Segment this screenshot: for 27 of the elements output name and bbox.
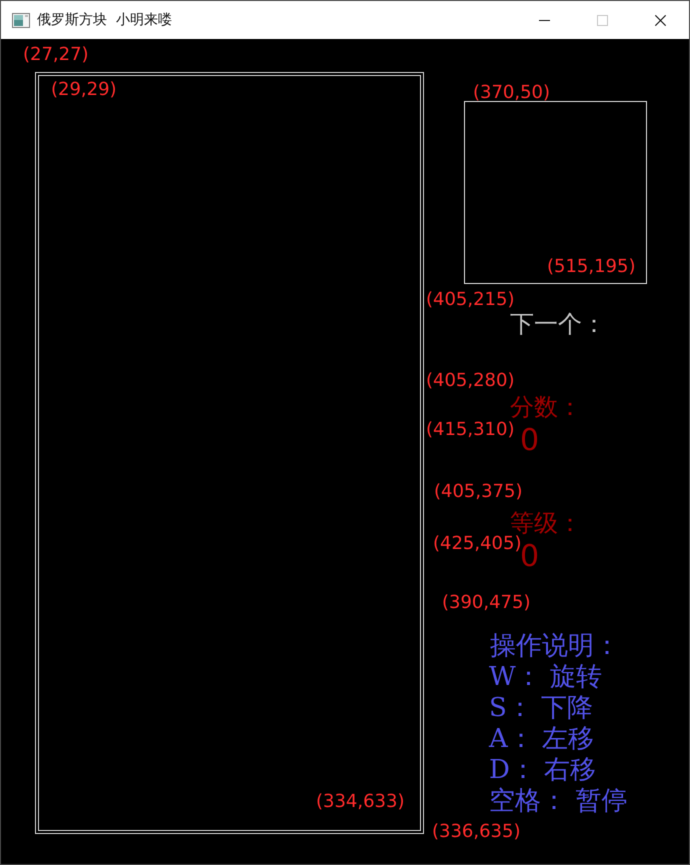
score-value: 0 bbox=[520, 426, 540, 456]
coordinate-label: (27,27) bbox=[23, 45, 89, 65]
window-title: 俄罗斯方块 小明来喽 bbox=[37, 11, 172, 29]
coordinate-label: (415,310) bbox=[426, 420, 514, 440]
coordinate-label: (334,633) bbox=[316, 792, 404, 812]
close-icon bbox=[654, 14, 666, 26]
instruction-line: 空格： 暂停 bbox=[489, 786, 628, 817]
instructions-title: 操作说明： bbox=[490, 631, 620, 662]
coordinate-label: (29,29) bbox=[51, 80, 117, 100]
coordinate-label: (425,405) bbox=[433, 534, 522, 554]
coordinate-label: (405,280) bbox=[426, 371, 514, 391]
grade-value: 0 bbox=[520, 542, 540, 572]
coordinate-label: (370,50) bbox=[473, 83, 550, 103]
maximize-icon bbox=[596, 14, 608, 26]
instruction-line: W： 旋转 bbox=[489, 662, 602, 693]
grade-label: 等级： bbox=[510, 510, 582, 536]
score-label: 分数： bbox=[510, 394, 582, 420]
coordinate-label: (405,215) bbox=[426, 290, 514, 310]
instruction-line: D： 右移 bbox=[489, 755, 596, 786]
app-window-icon bbox=[12, 12, 30, 28]
instruction-line: S： 下降 bbox=[489, 693, 594, 724]
coordinate-label: (515,195) bbox=[547, 257, 636, 277]
coordinate-label: (336,635) bbox=[432, 822, 520, 842]
coordinate-label: (390,475) bbox=[442, 593, 530, 613]
coordinate-label: (405,375) bbox=[434, 482, 522, 502]
instruction-line: A： 左移 bbox=[489, 724, 594, 755]
next-piece-label: 下一个： bbox=[510, 311, 606, 337]
